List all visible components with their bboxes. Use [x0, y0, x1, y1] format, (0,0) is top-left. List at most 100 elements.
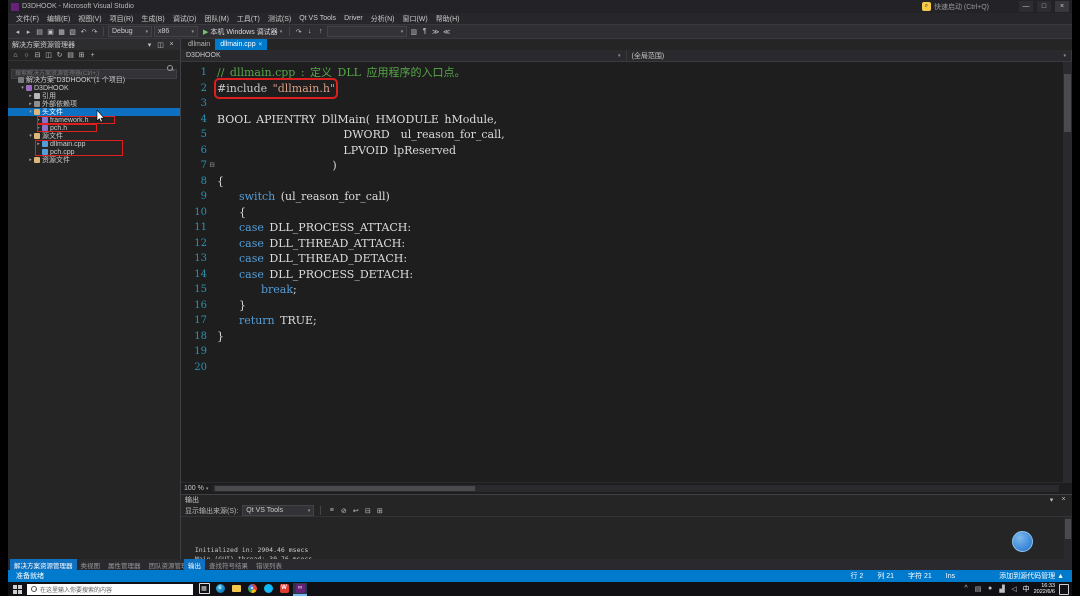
floating-overlay-bubble[interactable] [1012, 531, 1033, 552]
task-view-taskbar-button[interactable]: ▦ [197, 583, 211, 596]
code-line-14[interactable]: 14 case DLL_PROCESS_DETACH: [181, 267, 1062, 283]
code-line-11[interactable]: 11 case DLL_PROCESS_ATTACH: [181, 220, 1062, 236]
quick-launch[interactable]: ⌕ 快速启动 (Ctrl+Q) [922, 2, 989, 12]
start-button[interactable] [11, 583, 23, 595]
home-icon[interactable]: ⌂ [11, 52, 20, 59]
open-file-icon[interactable]: ▣ [46, 28, 55, 36]
tree-item-resource-files[interactable]: ▸资源文件 [8, 156, 180, 164]
code-editor[interactable]: 1// dllmain.cpp : 定义 DLL 应用程序的入口点。2#incl… [181, 62, 1072, 482]
output-window-tab-2[interactable]: 错误列表 [252, 559, 286, 570]
close-tab-icon[interactable]: × [259, 42, 263, 48]
expand-arrow-icon[interactable]: ▾ [27, 133, 34, 139]
code-line-9[interactable]: 9 switch (ul_reason_for_call) [181, 189, 1062, 205]
output-window-tab-1[interactable]: 查找符号结果 [205, 559, 252, 570]
scrollbar-thumb[interactable] [1065, 519, 1071, 539]
tool-window-tab-2[interactable]: 属性管理器 [104, 559, 145, 570]
clear-all-icon[interactable]: ⊘ [339, 507, 348, 515]
volume-icon[interactable]: ◁ [1010, 585, 1019, 593]
add-to-source-control-button[interactable]: 添加到源代码管理 ▲ [999, 571, 1064, 581]
pin-icon[interactable]: ◫ [156, 41, 165, 49]
properties-icon[interactable]: ◫ [44, 51, 53, 59]
menu-item-2[interactable]: 视图(V) [74, 14, 105, 24]
code-line-4[interactable]: 4BOOL APIENTRY DllMain( HMODULE hModule, [181, 112, 1062, 128]
tree-item-pch-cpp[interactable]: pch.cpp [8, 148, 180, 156]
window-position-icon[interactable]: ▾ [1047, 496, 1056, 504]
code-line-15[interactable]: 15 break; [181, 282, 1062, 298]
taskbar-clock[interactable]: 16:33 2022/6/6 [1034, 583, 1055, 596]
tree-item-project-d3dhook[interactable]: ▾D3DHOOK [8, 84, 180, 92]
file-explorer-taskbar-button[interactable] [229, 583, 243, 596]
tree-item-dllmain-cpp[interactable]: ▸dllmain.cpp [8, 140, 180, 148]
menu-item-0[interactable]: 文件(F) [12, 14, 43, 24]
collapse-icon[interactable]: ⊟ [363, 507, 372, 515]
find-in-files-icon[interactable]: ▥ [409, 28, 418, 36]
step-out-icon[interactable]: ↑ [316, 28, 325, 36]
editor-vertical-scrollbar[interactable] [1063, 62, 1072, 482]
code-line-8[interactable]: 8{ [181, 174, 1062, 190]
forward-icon[interactable]: ▸ [24, 28, 33, 36]
code-line-17[interactable]: 17 return TRUE; [181, 313, 1062, 329]
new-file-icon[interactable]: ▤ [35, 28, 44, 36]
tree-item-source-files[interactable]: ▾源文件 [8, 132, 180, 140]
view-code-icon[interactable]: ⊞ [77, 51, 86, 59]
outdent-icon[interactable]: ≪ [442, 28, 451, 36]
output-window-tab-0[interactable]: 输出 [184, 559, 205, 570]
redo-icon[interactable]: ↷ [90, 28, 99, 36]
window-position-icon[interactable]: ▾ [145, 41, 154, 49]
qq-taskbar-button[interactable] [261, 583, 275, 596]
menu-item-8[interactable]: 测试(S) [264, 14, 295, 24]
platform-dropdown[interactable]: x86▾ [154, 26, 198, 37]
tab-dllmain-cpp[interactable]: dllmain.cpp × [215, 39, 267, 50]
menu-item-6[interactable]: 团队(M) [200, 14, 233, 24]
tree-item-solution[interactable]: 解决方案"D3DHOOK"(1 个项目) [8, 76, 180, 84]
menu-item-5[interactable]: 调试(D) [169, 14, 201, 24]
input-method-indicator[interactable]: 中 [1023, 584, 1030, 594]
collapse-region-icon[interactable]: ⊟ [207, 158, 217, 174]
refresh-icon[interactable]: ↻ [55, 51, 64, 59]
menu-item-3[interactable]: 项目(R) [106, 14, 138, 24]
expand-arrow-icon[interactable]: ▸ [27, 157, 34, 163]
tab-dllmain[interactable]: dllmain [183, 39, 215, 50]
tool-window-tab-1[interactable]: 类视图 [77, 559, 105, 570]
expand-arrow-icon[interactable]: ▾ [27, 109, 34, 115]
tree-item-external-dependencies[interactable]: ▸外部依赖项 [8, 100, 180, 108]
code-line-12[interactable]: 12 case DLL_THREAD_ATTACH: [181, 236, 1062, 252]
close-button[interactable]: × [1055, 1, 1069, 12]
menu-item-7[interactable]: 工具(T) [233, 14, 264, 24]
zoom-dropdown[interactable]: 100 % ▾ [184, 485, 208, 492]
close-panel-icon[interactable]: × [1059, 496, 1068, 504]
code-line-16[interactable]: 16 } [181, 298, 1062, 314]
tray-app2-icon[interactable]: ● [986, 585, 995, 593]
start-debugging-button[interactable]: ▶ 本机 Windows 调试器 ▾ [200, 27, 285, 37]
scrollbar-thumb[interactable] [215, 486, 475, 491]
expand-icon[interactable]: ⊞ [375, 507, 384, 515]
back-icon[interactable]: ◂ [13, 28, 22, 36]
code-line-20[interactable]: 20 [181, 360, 1062, 376]
maximize-button[interactable]: □ [1037, 1, 1051, 12]
expand-arrow-icon[interactable]: ▸ [35, 117, 42, 123]
expand-arrow-icon[interactable]: ▸ [27, 93, 34, 99]
menu-item-10[interactable]: Driver [340, 15, 367, 22]
editor-horizontal-scrollbar[interactable] [213, 485, 1059, 492]
tray-app-icon[interactable]: ▤ [974, 585, 983, 593]
undo-icon[interactable]: ↶ [79, 28, 88, 36]
wps-taskbar-button[interactable]: W [277, 583, 291, 596]
breadcrumb-scope-dropdown[interactable]: (全局范围) ▾ [627, 50, 1073, 61]
comment-icon[interactable]: ¶ [420, 28, 429, 36]
code-line-3[interactable]: 3 [181, 96, 1062, 112]
collapse-all-icon[interactable]: ⊟ [33, 51, 42, 59]
step-into-icon[interactable]: ↓ [305, 28, 314, 36]
taskbar-search-box[interactable]: 在这里输入你要搜索的内容 [27, 584, 193, 595]
step-over-icon[interactable]: ↷ [294, 28, 303, 36]
code-line-6[interactable]: 6 LPVOID lpReserved [181, 143, 1062, 159]
tree-item-header-files[interactable]: ▾头文件 [8, 108, 180, 116]
minimize-button[interactable]: — [1019, 1, 1033, 12]
expand-arrow-icon[interactable]: ▸ [35, 141, 42, 147]
expand-arrow-icon[interactable]: ▸ [35, 125, 42, 131]
code-line-7[interactable]: 7⊟ ) [181, 158, 1062, 174]
save-icon[interactable]: ▦ [57, 28, 66, 36]
edge-taskbar-button[interactable]: e [213, 583, 227, 596]
expand-arrow-icon[interactable]: ▸ [27, 101, 34, 107]
expand-arrow-icon[interactable]: ▾ [19, 85, 26, 91]
scrollbar-thumb[interactable] [1064, 74, 1071, 132]
